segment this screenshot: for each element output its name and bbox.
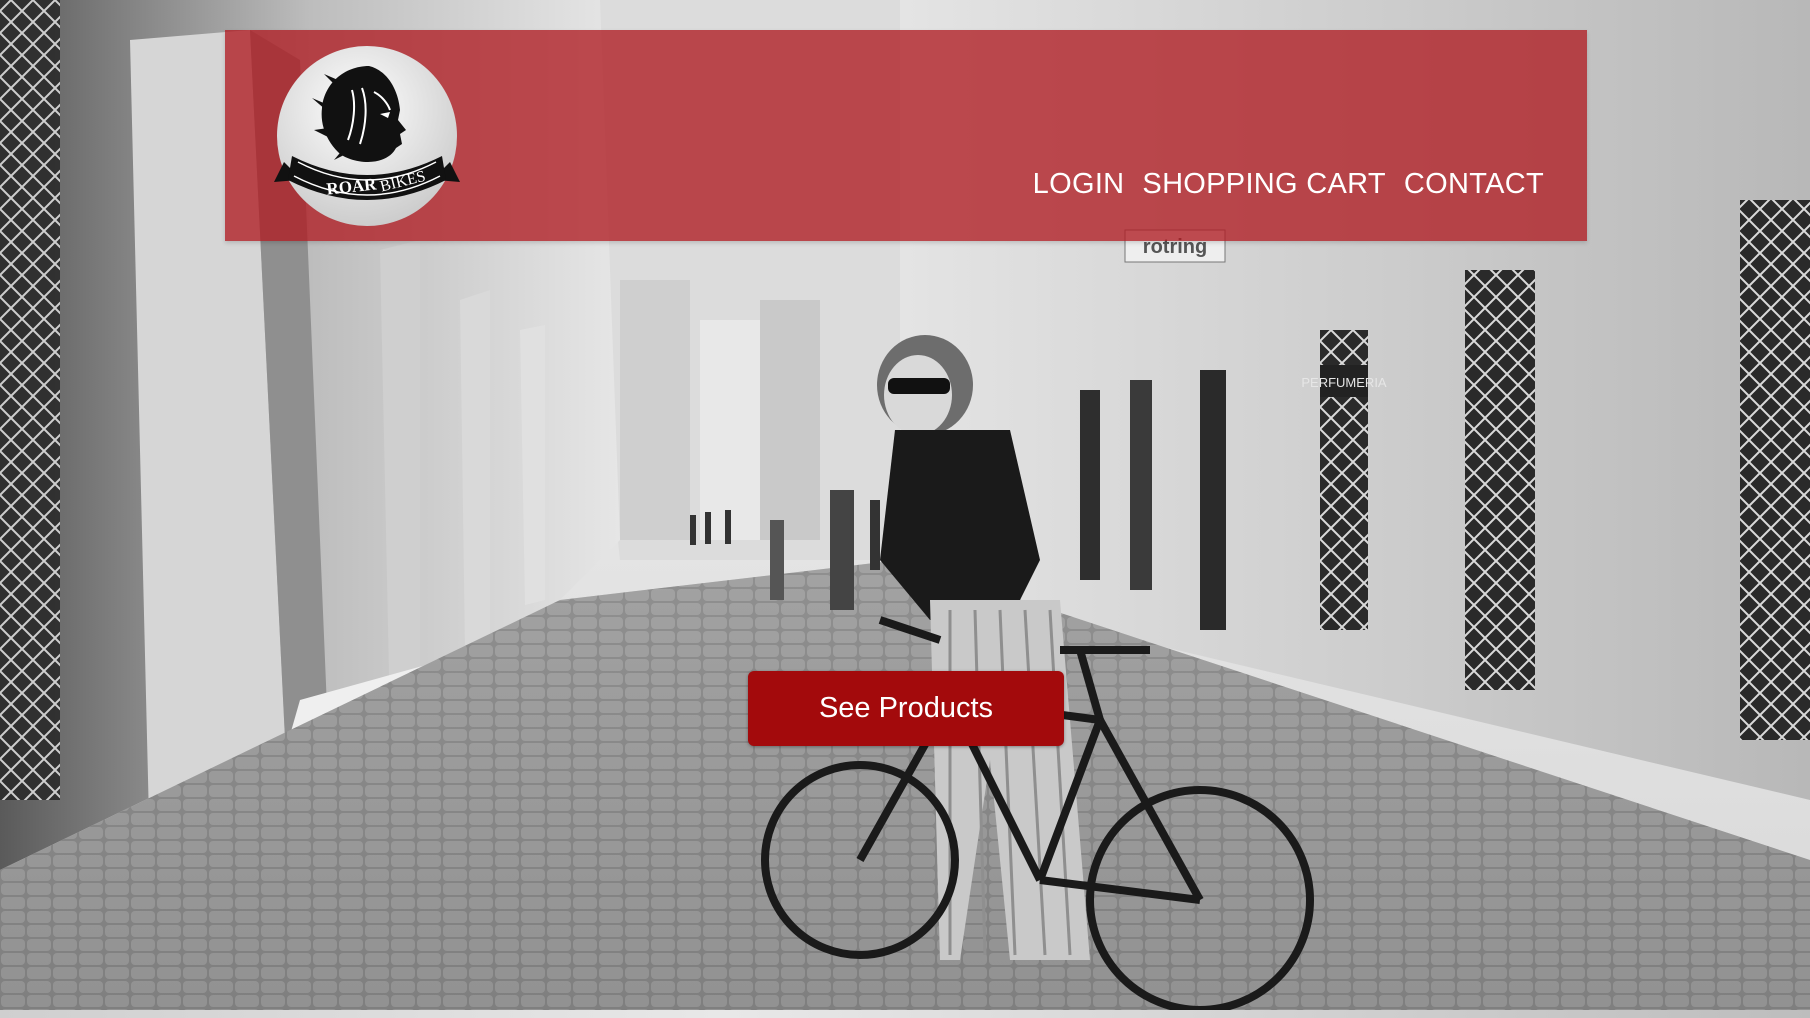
nav-shopping-cart-link[interactable]: SHOPPING CART (1142, 168, 1385, 201)
main-nav: LOGIN SHOPPING CART CONTACT (1033, 168, 1544, 201)
brand-logo[interactable]: ROAR BIKES (264, 44, 470, 230)
perfumeria-sign: PERFUMERIA (1301, 375, 1387, 390)
footer-strip (0, 1010, 1810, 1018)
landing-page: PERFUMERIA rotring ROAR BIKES LOGIN SHOP… (0, 0, 1810, 1018)
nav-login-link[interactable]: LOGIN (1033, 168, 1125, 201)
nav-contact-link[interactable]: CONTACT (1404, 168, 1544, 201)
lion-head-icon: ROAR BIKES (274, 46, 460, 226)
see-products-button[interactable]: See Products (748, 671, 1064, 746)
